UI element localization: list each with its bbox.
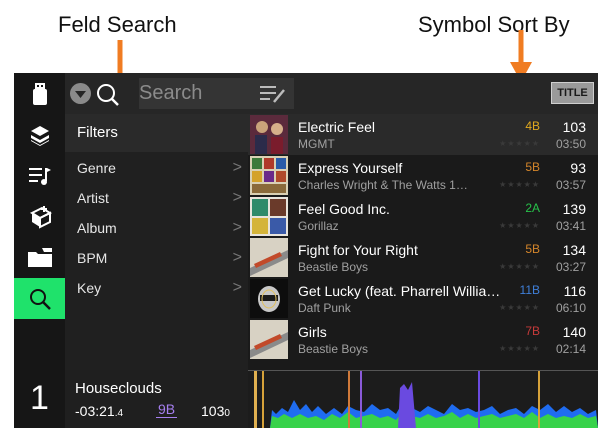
track-key: 4B [525,119,540,133]
track-row[interactable]: Girls Beastie Boys 7B ★★★★★ 140 02:14 [248,319,598,360]
filter-label: Artist [77,190,109,206]
usb-drive-icon[interactable] [14,73,65,114]
rating-stars: ★★★★★ [499,139,540,148]
filters-header[interactable]: Filters [65,114,248,152]
filter-label: BPM [77,250,108,266]
track-artist: MGMT [298,137,335,151]
album-art [250,156,288,195]
now-playing-time: -03:21.4 [75,403,124,419]
now-playing-bpm: 1030 [201,403,230,419]
chevron-right-icon: > [232,279,242,296]
filter-bpm[interactable]: BPM > [65,243,248,273]
folder-icon[interactable] [14,237,65,278]
track-bpm: 139 [562,201,586,217]
chevron-right-icon: > [232,159,242,176]
track-artist: Beastie Boys [298,260,369,274]
rating-stars: ★★★★★ [499,303,540,312]
now-playing-panel: Houseclouds -03:21.4 9B 1030 [65,370,248,428]
album-art [250,238,288,277]
track-title: Express Yourself [298,160,403,176]
track-duration: 03:50 [555,137,586,151]
filter-genre[interactable]: Genre > [65,153,248,183]
track-row[interactable]: Get Lucky (feat. Pharrell Willia… Daft P… [248,278,598,319]
track-key: 2A [525,201,540,215]
filter-artist[interactable]: Artist > [65,183,248,213]
waveform-overview[interactable] [248,370,598,428]
filter-label: Key [77,280,102,296]
track-duration: 03:41 [555,219,586,233]
track-key: 5B [525,242,540,256]
track-duration: 03:57 [555,178,586,192]
track-bpm: 116 [563,283,586,299]
track-bpm: 134 [562,242,586,258]
album-art [250,197,288,236]
track-list: Electric Feel MGMT 4B ★★★★★ 103 03:50 Ex… [248,114,598,370]
track-artist: Gorillaz [298,219,339,233]
track-row[interactable]: Express Yourself Charles Wright & The Wa… [248,155,598,196]
track-title: Get Lucky (feat. Pharrell Willia… [298,283,501,299]
track-key: 5B [525,160,540,174]
rating-stars: ★★★★★ [499,262,540,271]
filter-label: Album [77,220,117,236]
sort-by-annotation: Symbol Sort By [418,12,570,37]
chevron-right-icon: > [232,189,242,206]
now-playing-title: Houseclouds [75,380,162,397]
track-title: Girls [298,324,327,340]
search-placeholder: Search [139,82,203,104]
filter-key[interactable]: Key > [65,273,248,303]
dropdown-toggle-icon[interactable] [70,83,91,104]
track-key: 7B [525,324,540,338]
chevron-right-icon: > [232,219,242,236]
track-title: Fight for Your Right [298,242,418,258]
track-row[interactable]: Fight for Your Right Beastie Boys 5B ★★★… [248,237,598,278]
album-art [250,320,288,359]
search-icon [97,84,119,106]
edit-list-icon[interactable] [260,84,286,104]
track-row[interactable]: Feel Good Inc. Gorillaz 2A ★★★★★ 139 03:… [248,196,598,237]
sort-by-title-button[interactable]: TITLE [551,82,594,104]
search-icon[interactable] [14,278,65,319]
track-bpm: 93 [570,160,586,176]
source-sidebar: 1 [14,73,65,428]
feld-search-annotation: Feld Search [58,12,177,37]
track-bpm: 140 [562,324,586,340]
crates-icon[interactable] [14,114,65,155]
album-art [250,279,288,318]
track-title: Feel Good Inc. [298,201,390,217]
track-title: Electric Feel [298,119,376,135]
chevron-right-icon: > [232,249,242,266]
track-row[interactable]: Electric Feel MGMT 4B ★★★★★ 103 03:50 [248,114,598,155]
track-artist: Beastie Boys [298,342,369,356]
track-duration: 03:27 [555,260,586,274]
now-playing-key: 9B [156,401,178,418]
library-header: Search TITLE [65,73,598,114]
library-screen: 1 Search TITLE Filters Genre > Artist > Al… [14,73,598,428]
filter-album[interactable]: Album > [65,213,248,243]
playlist-icon[interactable] [14,155,65,196]
rating-stars: ★★★★★ [499,221,540,230]
filter-label: Genre [77,160,116,176]
rating-stars: ★★★★★ [499,180,540,189]
track-bpm: 103 [562,119,586,135]
track-duration: 06:10 [555,301,586,315]
album-art [250,115,288,154]
deck-number: 1 [30,379,49,417]
filters-panel: Filters Genre > Artist > Album > BPM > Key > [65,114,248,370]
rating-stars: ★★★★★ [499,344,540,353]
track-artist: Charles Wright & The Watts 1… [298,178,468,192]
track-key: 11B [519,283,540,297]
track-duration: 02:14 [555,342,586,356]
track-artist: Daft Punk [298,301,351,315]
prepare-icon[interactable] [14,196,65,237]
